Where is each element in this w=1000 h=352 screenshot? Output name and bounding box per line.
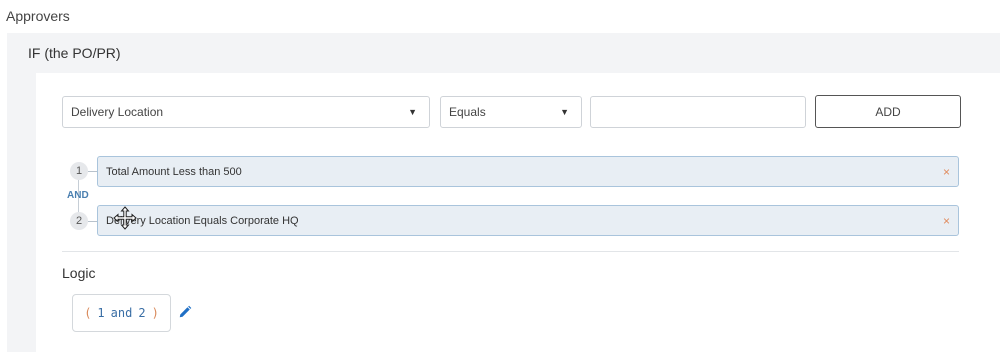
condition-connector xyxy=(88,171,97,172)
field-select-value: Delivery Location xyxy=(71,105,164,119)
logic-open-paren: ( xyxy=(84,306,92,320)
condition-number: 1 xyxy=(70,162,88,180)
logic-close-paren: ) xyxy=(151,306,159,320)
logic-title: Logic xyxy=(62,265,96,281)
logic-operand: 2 xyxy=(138,306,146,320)
logic-operator: and xyxy=(110,306,133,320)
condition-row[interactable]: Total Amount Less than 500 × xyxy=(97,156,959,187)
condition-text: Total Amount Less than 500 xyxy=(106,165,242,178)
move-cursor-icon xyxy=(113,206,137,230)
logic-operand: 1 xyxy=(97,306,105,320)
field-select[interactable]: Delivery Location ▼ xyxy=(62,96,430,128)
caret-down-icon: ▼ xyxy=(408,107,417,117)
condition-number: 2 xyxy=(70,212,88,230)
remove-condition-icon[interactable]: × xyxy=(943,157,950,186)
logic-expression[interactable]: ( 1 and 2 ) xyxy=(72,294,171,332)
caret-down-icon: ▼ xyxy=(560,107,569,117)
condition-row[interactable]: Delivery Location Equals Corporate HQ × xyxy=(97,205,959,236)
operator-select[interactable]: Equals ▼ xyxy=(440,96,582,128)
pencil-icon[interactable] xyxy=(178,305,192,319)
divider xyxy=(62,251,959,252)
remove-condition-icon[interactable]: × xyxy=(943,206,950,235)
section-title: Approvers xyxy=(6,8,70,24)
condition-panel-title: IF (the PO/PR) xyxy=(28,45,121,61)
and-label: AND xyxy=(67,190,89,201)
value-input[interactable] xyxy=(590,96,806,128)
operator-select-value: Equals xyxy=(449,105,486,119)
add-button[interactable]: ADD xyxy=(815,95,961,128)
condition-connector xyxy=(88,221,97,222)
